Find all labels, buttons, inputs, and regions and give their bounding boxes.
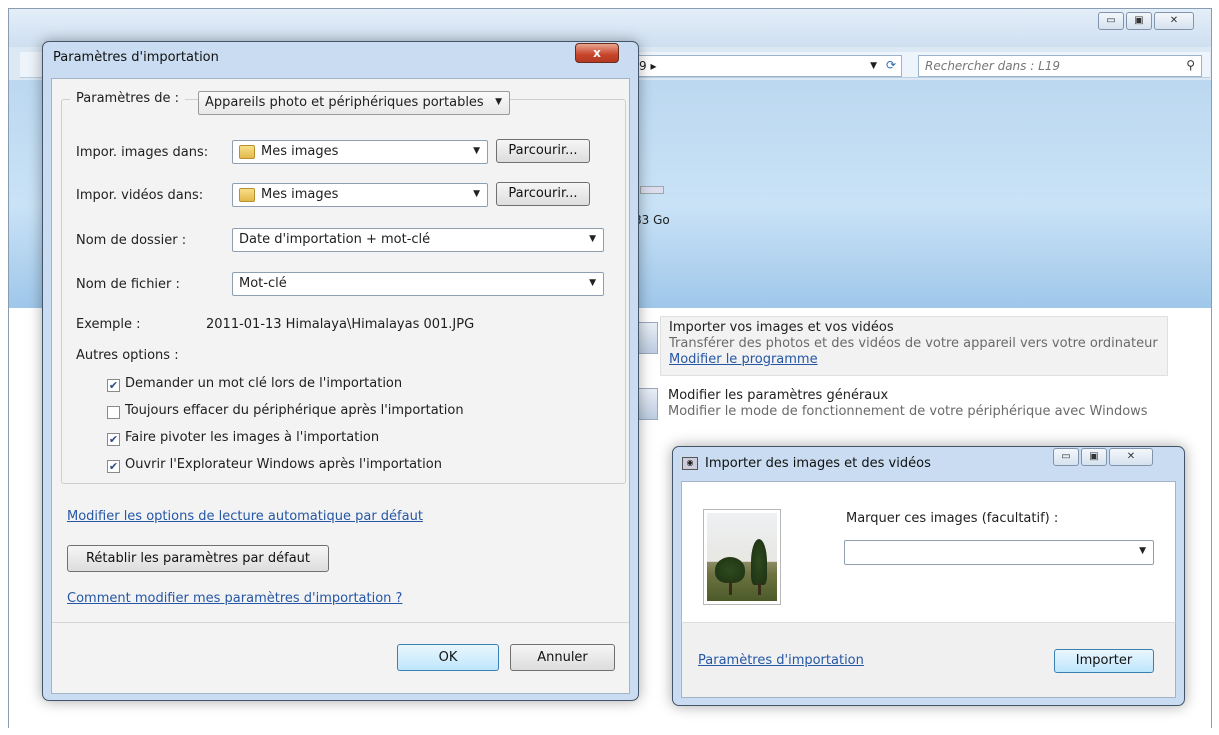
file-name-select[interactable]: Mot-clé ▼ [232,272,604,296]
example-label: Exemple : [76,317,141,332]
option-label-erase: Toujours effacer du périphérique après l… [125,403,464,418]
footer-divider [52,622,629,623]
dropdown-arrow-icon[interactable]: ▼ [473,189,480,199]
dropdown-arrow-icon[interactable]: ▼ [589,234,596,244]
address-segment: 9 [639,59,647,73]
task-general-settings[interactable]: Modifier les paramètres généraux Modifie… [668,388,1168,420]
task-import-desc: Transférer des photos et des vidéos de v… [669,336,1158,351]
close-button[interactable]: ✕ [1109,448,1153,466]
import-settings-body: Paramètres de : Appareils photo et périp… [51,78,630,694]
close-button[interactable]: ✕ [1154,12,1194,30]
explorer-window-controls: ▭ ▣ ✕ [1098,12,1194,30]
videos-label: Impor. vidéos dans: [76,188,204,203]
dropdown-arrow-icon[interactable]: ▼ [495,97,502,107]
storage-text: 83 Go [634,213,670,227]
import-dialog-title: Importer des images et des vidéos [705,456,931,471]
option-label-open-explorer: Ouvrir l'Explorateur Windows après l'imp… [125,457,442,472]
cancel-button[interactable]: Annuler [510,644,615,671]
task-general-title: Modifier les paramètres généraux [668,388,889,403]
task-import[interactable]: Importer vos images et vos vidéos Transf… [660,316,1168,376]
images-label: Impor. images dans: [76,145,209,160]
close-icon[interactable]: x [575,43,619,63]
option-label-ask-keyword: Demander un mot clé lors de l'importatio… [125,376,403,391]
address-bar[interactable]: 9 ▸ ▼ ⟳ [632,55,902,77]
address-dropdown-icon[interactable]: ▼ [870,61,877,71]
option-checkbox-erase[interactable] [107,406,120,419]
settings-for-label: Paramètres de : [70,91,186,106]
tag-input[interactable]: ▼ [844,540,1154,565]
example-value: 2011-01-13 Himalaya\Himalayas 001.JPG [206,317,475,332]
folder-name-label: Nom de dossier : [76,233,187,248]
import-settings-dialog: Paramètres d'importation x Paramètres de… [42,41,639,701]
camera-import-icon [636,322,658,354]
folder-icon [239,144,255,159]
other-options-label: Autres options : [76,348,179,363]
search-input[interactable]: Rechercher dans : L19 ⚲ [918,55,1202,77]
import-settings-link[interactable]: Paramètres d'importation [698,653,864,668]
option-checkbox-ask-keyword[interactable]: ✔ [107,379,120,392]
option-checkbox-rotate[interactable]: ✔ [107,433,120,446]
dropdown-arrow-icon[interactable]: ▼ [589,278,596,288]
settings-document-icon [636,388,658,420]
folder-icon [239,187,255,202]
videos-folder-value: Mes images [261,187,339,202]
option-label-rotate: Faire pivoter les images à l'importation [125,430,380,445]
search-icon[interactable]: ⚲ [1186,58,1195,72]
import-dialog: ◉ Importer des images et des vidéos ▭ ▣ … [672,446,1185,706]
search-placeholder: Rechercher dans : L19 [925,59,1061,73]
autoplay-options-link[interactable]: Modifier les options de lecture automati… [67,509,423,524]
maximize-button[interactable]: ▣ [1081,448,1107,466]
camera-icon: ◉ [682,457,698,470]
settings-for-select[interactable]: Appareils photo et périphériques portabl… [198,91,510,115]
file-name-value: Mot-clé [239,276,287,291]
folder-name-value: Date d'importation + mot-clé [239,232,431,247]
option-checkbox-open-explorer[interactable]: ✔ [107,460,120,473]
browse-videos-button[interactable]: Parcourir... [496,182,590,206]
tag-label: Marquer ces images (facultatif) : [846,511,1059,526]
import-dialog-footer: Paramètres d'importation Importer [681,622,1176,698]
preview-thumbnail [703,509,781,605]
videos-folder-select[interactable]: Mes images ▼ [232,183,488,207]
refresh-icon[interactable]: ⟳ [886,58,896,72]
import-settings-title: Paramètres d'importation [53,50,219,65]
storage-bar [640,186,664,194]
settings-for-value: Appareils photo et périphériques portabl… [205,95,484,110]
import-dialog-body: Marquer ces images (facultatif) : ▼ [681,481,1176,622]
dropdown-arrow-icon[interactable]: ▼ [473,146,480,156]
dropdown-arrow-icon[interactable]: ▼ [1139,546,1146,556]
images-folder-select[interactable]: Mes images ▼ [232,140,488,164]
change-program-link[interactable]: Modifier le programme [669,352,1159,368]
breadcrumb-arrow-icon: ▸ [650,59,657,73]
minimize-button[interactable]: ▭ [1098,12,1124,30]
minimize-button[interactable]: ▭ [1053,448,1079,466]
images-folder-value: Mes images [261,144,339,159]
preview-image [707,513,777,601]
import-dialog-controls: ▭ ▣ ✕ [1053,448,1153,466]
import-button[interactable]: Importer [1054,649,1154,673]
reset-defaults-button[interactable]: Rétablir les paramètres par défaut [67,545,329,572]
task-import-title: Importer vos images et vos vidéos [669,320,894,335]
browse-images-button[interactable]: Parcourir... [496,139,590,163]
maximize-button[interactable]: ▣ [1126,12,1152,30]
help-link[interactable]: Comment modifier mes paramètres d'import… [67,591,402,606]
ok-button[interactable]: OK [397,644,499,671]
task-general-desc: Modifier le mode de fonctionnement de vo… [668,404,1148,419]
file-name-label: Nom de fichier : [76,277,180,292]
folder-name-select[interactable]: Date d'importation + mot-clé ▼ [232,228,604,252]
